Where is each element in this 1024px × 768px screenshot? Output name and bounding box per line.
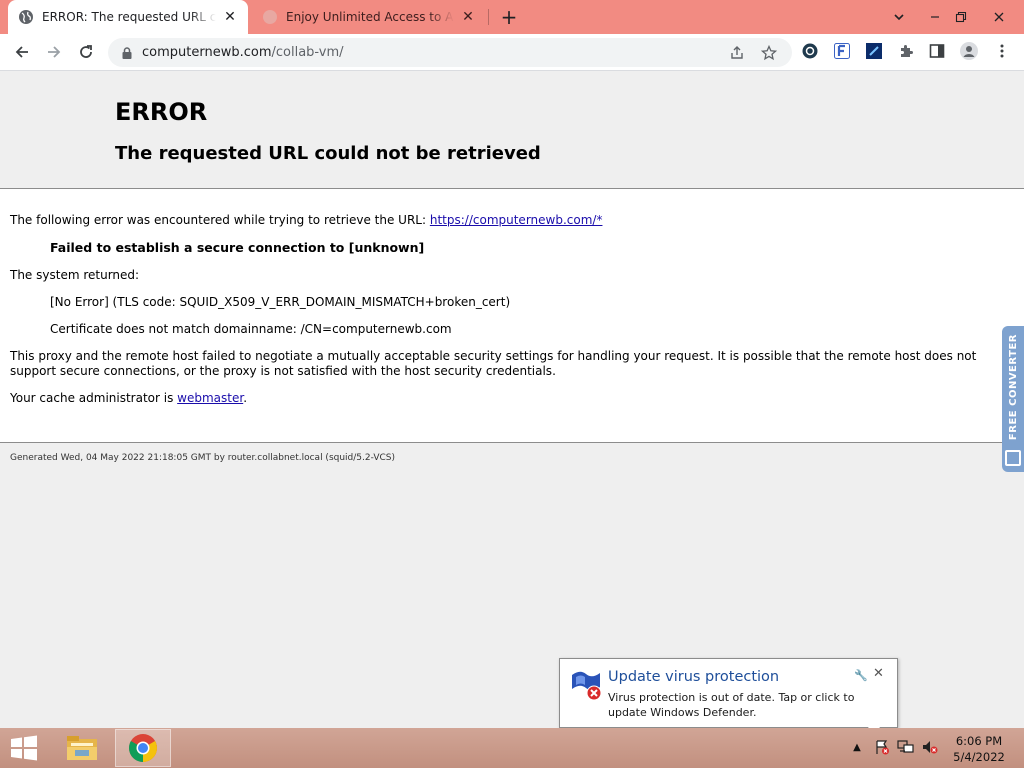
free-converter-side-tab[interactable]: FREE CONVERTER xyxy=(1002,326,1024,472)
error-title: Failed to establish a secure connection … xyxy=(50,240,1014,256)
extension-f-icon[interactable] xyxy=(833,42,851,60)
url-path: /collab-vm/ xyxy=(271,45,344,60)
reload-icon xyxy=(80,45,92,58)
profile-avatar-icon[interactable] xyxy=(960,42,978,60)
page-title: ERROR xyxy=(115,98,208,126)
wrench-icon[interactable]: 🔧 xyxy=(854,669,868,682)
tab-title: Enjoy Unlimited Access to All our xyxy=(286,10,454,24)
chrome-taskbar-button[interactable] xyxy=(115,729,171,767)
extension-blue-square-icon[interactable] xyxy=(865,42,883,60)
folder-icon xyxy=(67,736,97,760)
globe-icon xyxy=(19,10,33,24)
clock-time: 6:06 PM xyxy=(955,734,1003,748)
admin-paragraph: Your cache administrator is webmaster. xyxy=(10,391,1014,406)
address-bar[interactable]: computernewb.com/collab-vm/ xyxy=(108,38,792,67)
extensions-puzzle-icon[interactable] xyxy=(897,42,915,60)
share-icon[interactable] xyxy=(728,44,746,62)
notification-body: Virus protection is out of date. Tap or … xyxy=(608,691,855,719)
file-explorer-button[interactable] xyxy=(54,729,110,767)
requested-url-link[interactable]: https://computernewb.com/* xyxy=(430,213,603,227)
chrome-icon xyxy=(129,734,157,762)
clock-date: 5/4/2022 xyxy=(953,750,1005,764)
admin-text: Your cache administrator is xyxy=(10,391,174,405)
error-body: The following error was encountered whil… xyxy=(0,189,1024,406)
extension-dark-circle-icon[interactable] xyxy=(801,42,819,60)
page-subtitle: The requested URL could not be retrieved xyxy=(115,143,541,164)
notification-close-icon[interactable]: ✕ xyxy=(873,666,884,681)
explanation-paragraph: This proxy and the remote host failed to… xyxy=(10,349,977,378)
intro-text: The following error was encountered whil… xyxy=(10,213,427,227)
close-window-button[interactable] xyxy=(982,0,1016,34)
new-tab-button[interactable]: + xyxy=(498,5,520,29)
side-panel-icon[interactable] xyxy=(928,42,946,60)
volume-muted-icon[interactable] xyxy=(921,738,939,756)
intro-paragraph: The following error was encountered whil… xyxy=(10,213,1014,228)
system-error-text: [No Error] (TLS code: SQUID_X509_V_ERR_D… xyxy=(50,295,511,309)
defender-flag-warning-icon xyxy=(572,671,602,701)
reload-button[interactable] xyxy=(72,38,100,66)
page-favicon-icon xyxy=(263,10,277,24)
taskbar: ▲ 6:06 PM 5/4/2022 xyxy=(0,728,1024,768)
webmaster-link[interactable]: webmaster xyxy=(177,391,243,405)
forward-button[interactable] xyxy=(40,38,68,66)
free-converter-label: FREE CONVERTER xyxy=(1007,333,1019,440)
arrow-right-icon xyxy=(48,46,61,58)
url-text[interactable]: computernewb.com/collab-vm/ xyxy=(142,45,344,60)
show-hidden-icons-chevron-icon[interactable]: ▲ xyxy=(848,738,866,756)
generated-info: Generated Wed, 04 May 2022 21:18:05 GMT … xyxy=(10,453,395,463)
tab-separator xyxy=(488,9,489,25)
menu-kebab-icon[interactable] xyxy=(993,42,1011,60)
windows-start-icon[interactable] xyxy=(8,734,40,762)
bookmark-star-icon[interactable] xyxy=(760,44,778,62)
action-center-flag-icon[interactable] xyxy=(873,738,891,756)
certificate-detail: Certificate does not match domainname: /… xyxy=(50,322,452,336)
tab-error-page[interactable]: ERROR: The requested URL could not be re… xyxy=(8,0,248,34)
back-button[interactable] xyxy=(8,38,36,66)
error-header: ERROR The requested URL could not be ret… xyxy=(0,71,1024,189)
tab-close-icon[interactable]: ✕ xyxy=(460,9,476,25)
tab-search-chevron-icon[interactable] xyxy=(882,0,916,34)
page-content: ERROR The requested URL could not be ret… xyxy=(0,71,1024,728)
tab-title: ERROR: The requested URL could not be re… xyxy=(42,10,216,24)
defender-notification[interactable]: Update virus protection Virus protection… xyxy=(559,658,898,728)
tab-enjoy-access[interactable]: Enjoy Unlimited Access to All our ✕ xyxy=(252,0,486,34)
notification-title: Update virus protection xyxy=(608,669,780,685)
admin-suffix: . xyxy=(243,391,248,405)
error-title-text: Failed to establish a secure connection … xyxy=(50,240,425,255)
system-returned-label: The system returned: xyxy=(10,268,140,282)
lock-icon[interactable] xyxy=(120,46,134,60)
network-icon[interactable] xyxy=(897,738,915,756)
free-converter-logo-icon xyxy=(1005,450,1021,466)
url-domain: computernewb.com xyxy=(142,45,272,60)
arrow-left-icon xyxy=(15,46,28,58)
system-clock[interactable]: 6:06 PM 5/4/2022 xyxy=(944,733,1014,765)
restore-button[interactable] xyxy=(944,0,978,34)
tab-strip: ERROR: The requested URL could not be re… xyxy=(0,0,1024,34)
tab-close-icon[interactable]: ✕ xyxy=(222,9,238,25)
